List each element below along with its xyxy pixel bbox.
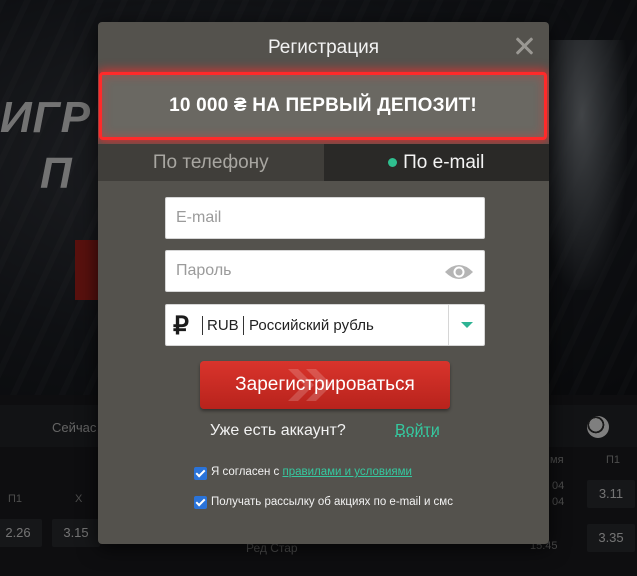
terms-checkbox[interactable] bbox=[194, 467, 207, 480]
email-field-wrapper bbox=[165, 197, 485, 239]
modal-title: Регистрация bbox=[267, 37, 380, 58]
password-field-wrapper bbox=[165, 250, 485, 292]
tab-phone[interactable]: По телефону bbox=[98, 144, 324, 181]
tab-phone-label: По телефону bbox=[152, 151, 269, 173]
active-dot-icon bbox=[388, 158, 398, 167]
chevron-down-icon[interactable] bbox=[448, 305, 484, 345]
currency-name: Российский рубль bbox=[249, 317, 374, 334]
newsletter-checkbox[interactable] bbox=[194, 496, 207, 509]
currency-select[interactable]: ₽ RUB Российский рубль bbox=[165, 304, 485, 346]
close-icon[interactable] bbox=[515, 37, 533, 55]
deposit-bonus-banner: 10 000 ₴ НА ПЕРВЫЙ ДЕПОЗИТ! bbox=[99, 72, 547, 140]
terms-consent-text: Я согласен с правилами и условиями bbox=[211, 465, 412, 480]
register-button-label: Зарегистрироваться bbox=[235, 374, 415, 395]
registration-modal: Регистрация 10 000 ₴ НА ПЕРВЫЙ ДЕПОЗИТ! … bbox=[98, 22, 549, 544]
password-field[interactable] bbox=[166, 251, 484, 291]
register-button[interactable]: Зарегистрироваться bbox=[200, 361, 450, 409]
modal-header: Регистрация bbox=[98, 22, 549, 72]
deposit-bonus-text: 10 000 ₴ НА ПЕРВЫЙ ДЕПОЗИТ! bbox=[169, 95, 477, 116]
registration-method-tabs: По телефону По e-mail bbox=[98, 144, 549, 181]
newsletter-consent-text: Получать рассылку об акциях по e-mail и … bbox=[211, 496, 453, 508]
ruble-icon: ₽ bbox=[173, 312, 189, 340]
have-account-text: Уже есть аккаунт? bbox=[210, 422, 346, 439]
tab-email[interactable]: По e-mail bbox=[323, 144, 549, 181]
tab-email-label: По e-mail bbox=[403, 151, 485, 173]
currency-code: RUB bbox=[202, 316, 244, 335]
show-password-eye-icon[interactable] bbox=[444, 262, 474, 282]
terms-consent-prefix: Я согласен с bbox=[211, 466, 283, 478]
email-field[interactable] bbox=[166, 198, 484, 238]
login-link[interactable]: Войти bbox=[395, 422, 440, 440]
terms-link[interactable]: правилами и условиями bbox=[282, 466, 412, 478]
